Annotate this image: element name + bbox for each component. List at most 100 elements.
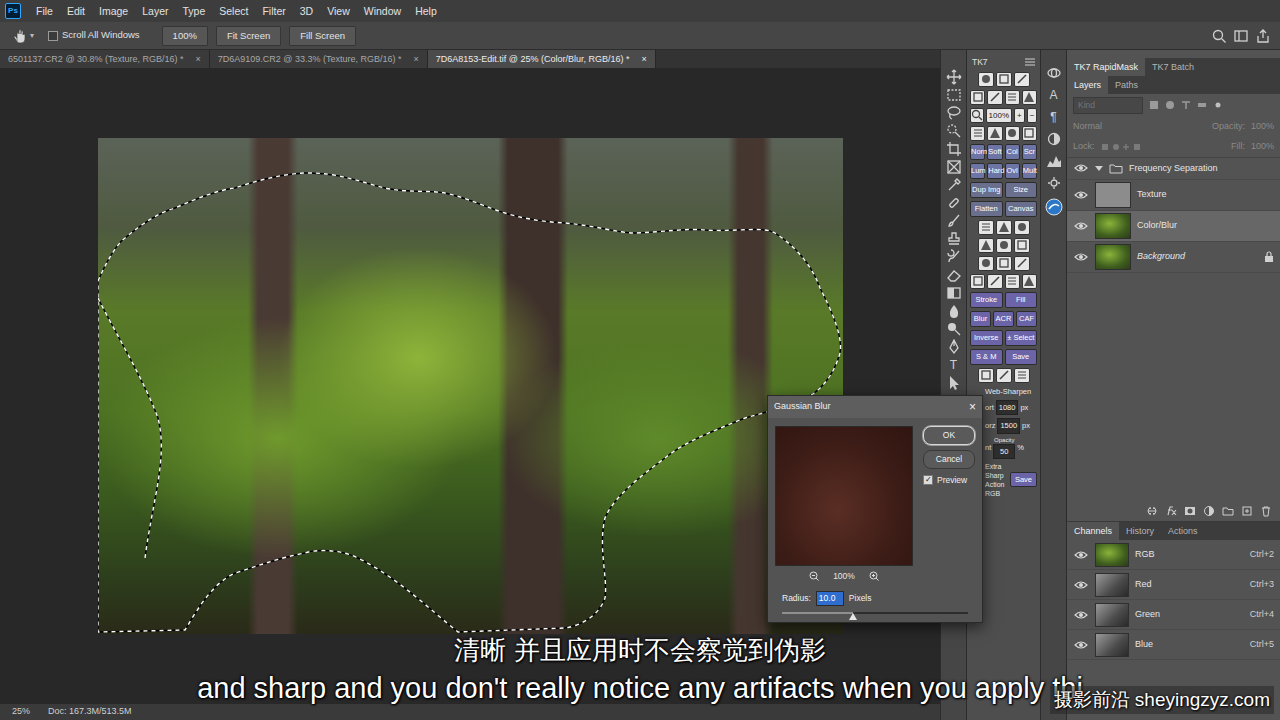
field-input[interactable]: 1500	[997, 418, 1020, 433]
tool-button[interactable]	[943, 212, 965, 229]
tk7-tool-icon[interactable]	[1016, 221, 1028, 233]
tk7-tool-icon[interactable]	[980, 221, 992, 233]
frame-tool-icon[interactable]	[946, 159, 962, 175]
tk7-tool-button[interactable]	[996, 238, 1012, 253]
tk7-tool-icon[interactable]	[1016, 257, 1028, 269]
tool-button[interactable]	[943, 158, 965, 175]
tk7-action-button[interactable]: Hard	[987, 163, 1002, 179]
zoom-out-icon[interactable]	[809, 571, 819, 581]
pen-tool-icon[interactable]	[946, 339, 962, 355]
tk7-action-button[interactable]: Save	[1005, 349, 1038, 365]
eye-icon[interactable]	[1074, 609, 1088, 621]
tk7-tool-icon[interactable]	[972, 127, 984, 139]
tk7-action-button[interactable]: CAF	[1016, 311, 1037, 327]
tk7-tool-button[interactable]	[970, 274, 985, 289]
tk7-tool-button[interactable]	[1022, 90, 1037, 105]
gradient-tool-icon[interactable]	[946, 285, 962, 301]
tk7-tool-button[interactable]	[996, 368, 1012, 383]
expanded-arrow-icon[interactable]	[1095, 164, 1103, 172]
panel-tab[interactable]: Channels	[1067, 522, 1119, 540]
tk7-tool-button[interactable]	[1014, 368, 1030, 383]
tk7-zoom-item[interactable]: 100%	[986, 108, 1012, 123]
tool-button[interactable]	[943, 266, 965, 283]
panel-tab[interactable]: Paths	[1108, 76, 1145, 94]
tk7-tool-button[interactable]	[996, 72, 1012, 87]
tk7-tool-button[interactable]	[987, 274, 1002, 289]
tool-button[interactable]: T	[943, 356, 965, 373]
opacity-value[interactable]: 100%	[1251, 120, 1274, 134]
link-icon[interactable]	[1146, 505, 1158, 517]
tk7-tool-icon[interactable]	[1023, 91, 1035, 103]
channel-row[interactable]: BlueCtrl+5	[1067, 630, 1280, 660]
tk7-action-button[interactable]: Fill	[1005, 292, 1038, 308]
character-panel-icon[interactable]: A	[1049, 88, 1057, 102]
mask-icon[interactable]	[1184, 505, 1196, 517]
tool-button[interactable]	[943, 284, 965, 301]
tk7-action-button[interactable]: ± Select	[1005, 330, 1038, 346]
marquee-tool-icon[interactable]	[946, 87, 962, 103]
tool-button[interactable]	[943, 194, 965, 211]
zoom-option-button[interactable]: Fill Screen	[289, 26, 356, 46]
panel-tab[interactable]: TK7 Batch	[1145, 58, 1201, 76]
eyedropper-tool-icon[interactable]	[946, 177, 962, 193]
eye-icon[interactable]	[1074, 220, 1088, 232]
preview-option[interactable]: ✓Preview	[923, 474, 975, 487]
tk7-tool-button[interactable]	[1022, 274, 1037, 289]
visibility-toggle[interactable]	[1073, 579, 1089, 591]
eye-icon[interactable]	[1074, 162, 1088, 174]
menu-item[interactable]: Select	[212, 0, 255, 22]
quick-select-tool-icon[interactable]	[946, 123, 962, 139]
crop-tool-icon[interactable]	[946, 141, 962, 157]
channel-row[interactable]: RedCtrl+3	[1067, 570, 1280, 600]
tk7-action-button[interactable]: S & M	[970, 349, 1003, 365]
preview-checkbox[interactable]: ✓	[923, 475, 933, 485]
tk7-tool-button[interactable]	[1005, 274, 1020, 289]
new-group-icon[interactable]	[1222, 505, 1234, 517]
tool-button[interactable]	[943, 104, 965, 121]
tk7-tool-button[interactable]	[978, 368, 994, 383]
brush-tool-icon[interactable]	[946, 213, 962, 229]
tk7-zoom-item[interactable]: +	[1014, 108, 1025, 123]
tk7-action-button[interactable]: Blur	[970, 311, 991, 327]
visibility-toggle[interactable]	[1073, 162, 1089, 174]
type-tool-icon[interactable]: T	[950, 356, 957, 374]
menu-item[interactable]: Layer	[135, 0, 175, 22]
visibility-toggle[interactable]	[1073, 609, 1089, 621]
tk7-action-button[interactable]: Size	[1005, 182, 1038, 198]
tk7-tool-button[interactable]	[970, 90, 985, 105]
panel-tab[interactable]: Actions	[1161, 522, 1205, 540]
tk7-tool-icon[interactable]	[1016, 73, 1028, 85]
blur-tool-icon[interactable]	[946, 303, 962, 319]
tk7-action-button[interactable]: Dup Img	[970, 182, 1003, 198]
layer-filter-icon[interactable]	[1149, 100, 1159, 110]
menu-item[interactable]: Edit	[60, 0, 92, 22]
field-input[interactable]: 1080	[996, 400, 1019, 415]
tk7-tool-icon[interactable]	[998, 73, 1010, 85]
tk7-tool-button[interactable]	[978, 220, 994, 235]
tk7-action-button[interactable]: Flatten	[970, 201, 1003, 217]
tk7-tool-icon[interactable]	[972, 91, 984, 103]
save-button[interactable]: Save	[1010, 472, 1037, 487]
tk7-action-button[interactable]: Scr	[1022, 144, 1037, 160]
histogram-icon[interactable]	[1046, 154, 1062, 168]
tool-button[interactable]	[943, 230, 965, 247]
tool-button[interactable]	[943, 176, 965, 193]
menu-item[interactable]: Window	[357, 0, 408, 22]
tk7-action-button[interactable]: Canvas	[1005, 201, 1038, 217]
hand-icon[interactable]	[12, 28, 28, 44]
tk7-tool-icon[interactable]	[980, 73, 992, 85]
fill-value[interactable]: 100%	[1251, 140, 1274, 154]
tk7-tool-icon[interactable]	[972, 275, 984, 287]
radius-input[interactable]: 10.0	[816, 591, 844, 606]
path-select-tool-icon[interactable]	[946, 375, 962, 391]
document-tab[interactable]: 7D6A9109.CR2 @ 33.3% (Texture, RGB/16) *…	[210, 50, 428, 68]
tk7-tool-icon[interactable]	[1023, 127, 1035, 139]
new-layer-icon[interactable]	[1241, 505, 1253, 517]
visibility-toggle[interactable]	[1073, 189, 1089, 201]
tk7-tool-button[interactable]	[1014, 72, 1030, 87]
layer-filter-icon[interactable]	[1197, 100, 1207, 110]
tk7-tool-icon[interactable]	[980, 257, 992, 269]
tk7-action-button[interactable]: Norm	[970, 144, 985, 160]
tool-button[interactable]	[943, 338, 965, 355]
tk7-action-button[interactable]: Inverse	[970, 330, 1003, 346]
